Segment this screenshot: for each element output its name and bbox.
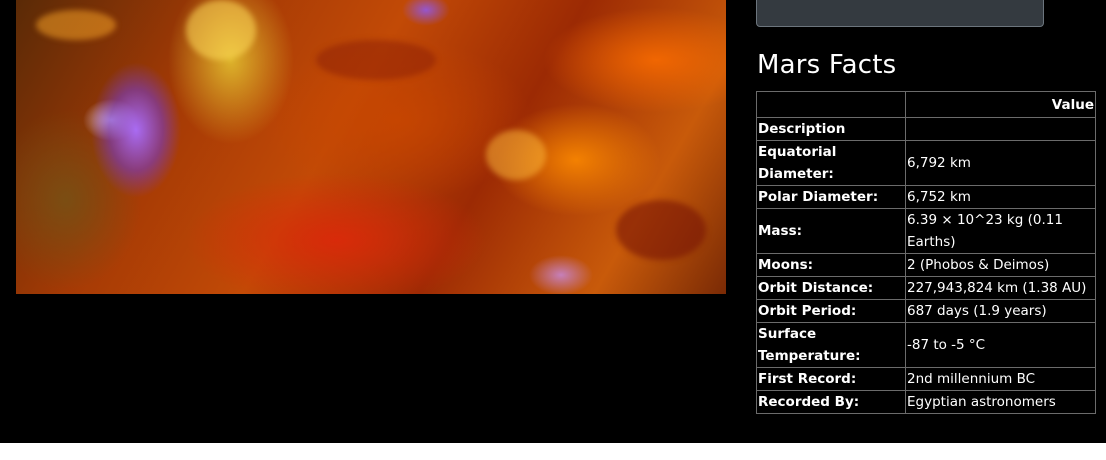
- row-label: Moons:: [756, 253, 906, 277]
- row-value: 6.39 × 10^23 kg (0.11 Earths): [905, 208, 1096, 254]
- row-label: Surface Temperature:: [756, 322, 906, 368]
- row-label: Orbit Distance:: [756, 276, 906, 300]
- row-value: Egyptian astronomers: [905, 390, 1096, 414]
- row-label: Orbit Period:: [756, 299, 906, 323]
- page: Mars Facts Value Description Equatorial …: [0, 0, 1106, 443]
- row-label: Equatorial Diameter:: [756, 140, 906, 186]
- row-value: 2 (Phobos & Deimos): [905, 253, 1096, 277]
- table-row: Orbit Distance: 227,943,824 km (1.38 AU): [756, 276, 1096, 300]
- row-value: 2nd millennium BC: [905, 367, 1096, 391]
- row-value: -87 to -5 °C: [905, 322, 1096, 368]
- facts-title: Mars Facts: [757, 50, 897, 80]
- row-label: Recorded By:: [756, 390, 906, 414]
- row-label: Description: [756, 117, 906, 141]
- table-header-row: Value: [756, 91, 1096, 118]
- row-value: 227,943,824 km (1.38 AU): [905, 276, 1096, 300]
- row-value: 687 days (1.9 years): [905, 299, 1096, 323]
- row-value: 6,752 km: [905, 185, 1096, 209]
- row-value: 6,792 km: [905, 140, 1096, 186]
- table-row: Surface Temperature: -87 to -5 °C: [756, 322, 1096, 368]
- header-blank-cell: [756, 91, 906, 118]
- table-row: Recorded By: Egyptian astronomers: [756, 390, 1096, 414]
- header-value-cell: Value: [905, 91, 1096, 118]
- featured-space-image: [16, 0, 726, 294]
- table-row: Orbit Period: 687 days (1.9 years): [756, 299, 1096, 323]
- row-label: Polar Diameter:: [756, 185, 906, 209]
- table-row: Description: [756, 117, 1096, 141]
- table-row: Polar Diameter: 6,752 km: [756, 185, 1096, 209]
- table-row: Moons: 2 (Phobos & Deimos): [756, 253, 1096, 277]
- full-image-button[interactable]: [756, 0, 1044, 27]
- table-row: First Record: 2nd millennium BC: [756, 367, 1096, 391]
- facts-table: Value Description Equatorial Diameter: 6…: [756, 91, 1096, 414]
- row-value: [905, 117, 1096, 141]
- table-row: Equatorial Diameter: 6,792 km: [756, 140, 1096, 186]
- row-label: First Record:: [756, 367, 906, 391]
- row-label: Mass:: [756, 208, 906, 254]
- table-row: Mass: 6.39 × 10^23 kg (0.11 Earths): [756, 208, 1096, 254]
